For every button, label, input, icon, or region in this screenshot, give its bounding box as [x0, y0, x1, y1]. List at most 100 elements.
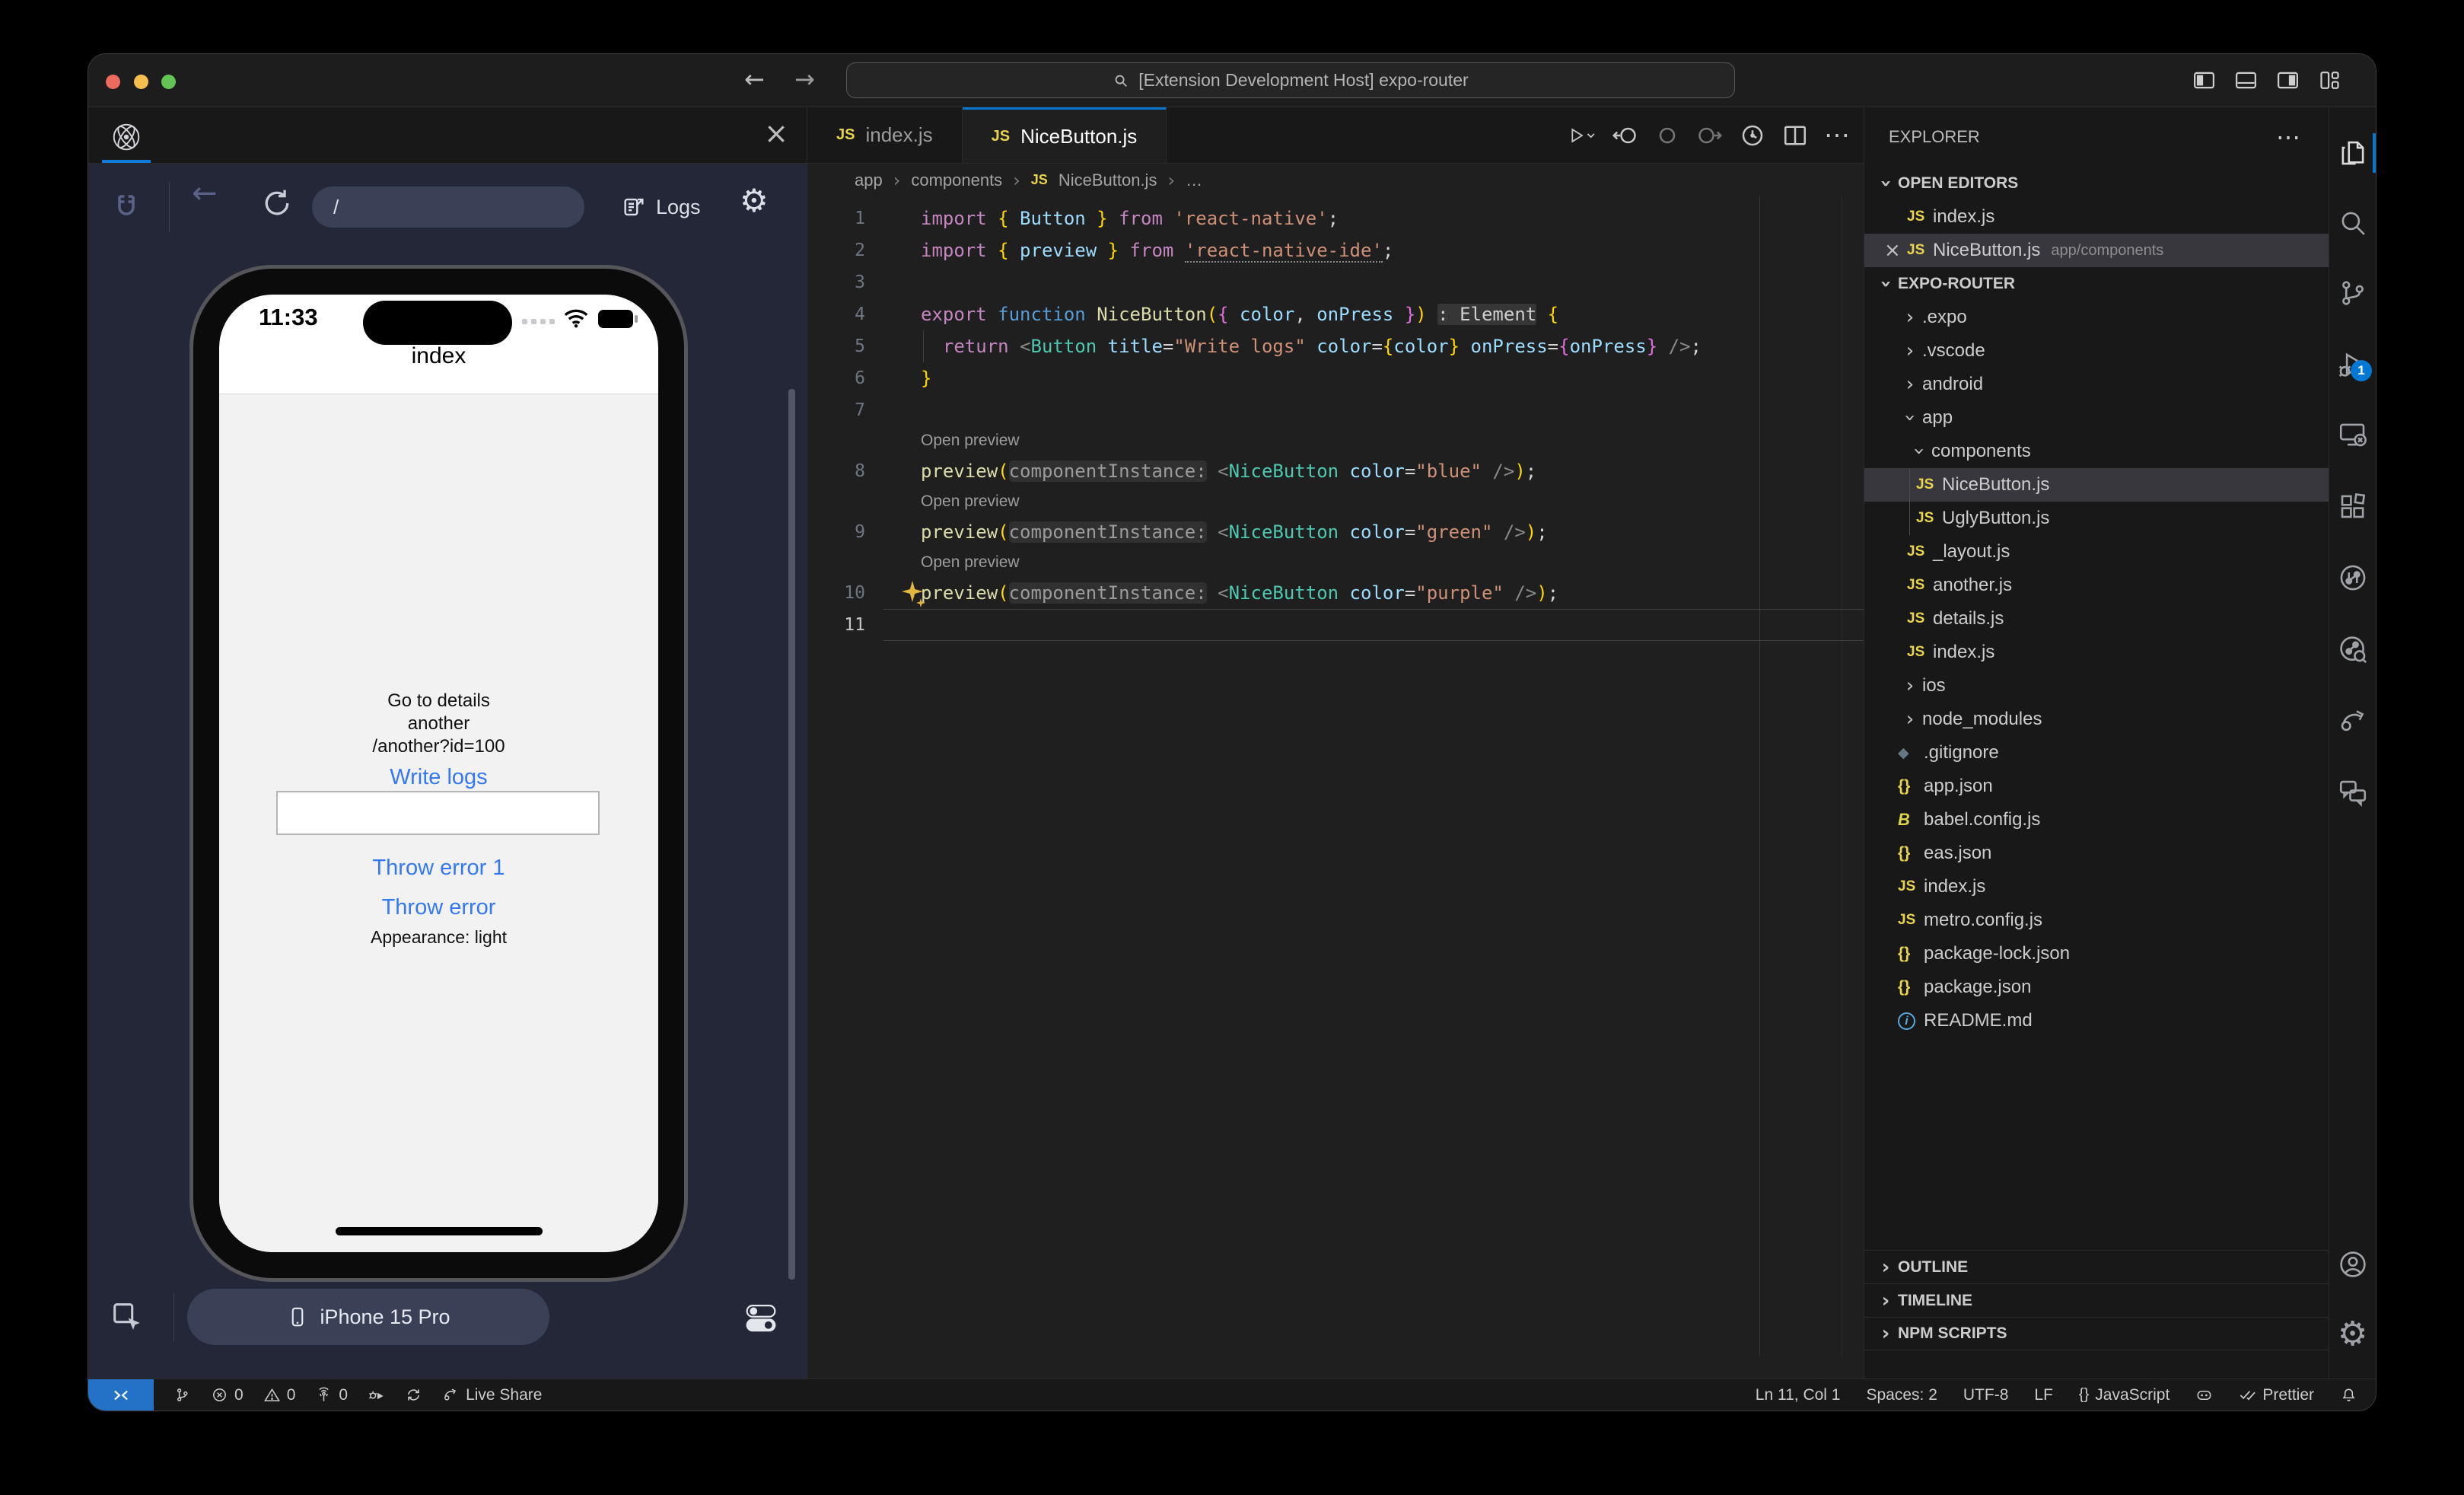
comments-view-icon[interactable]: [2337, 776, 2369, 808]
sidebar-section-timeline[interactable]: ›TIMELINE: [1864, 1283, 2329, 1317]
toggle-sidebar-right-icon[interactable]: [2275, 68, 2300, 93]
go-forward-icon[interactable]: [1696, 122, 1724, 149]
device-settings-gear-icon[interactable]: ⚙: [740, 182, 769, 219]
open-editor-item[interactable]: ×JSNiceButton.jsapp/components: [1864, 234, 2329, 267]
code-line-9[interactable]: 9preview(componentInstance: <NiceButton …: [807, 516, 1864, 548]
codelens-open-preview[interactable]: Open preview: [807, 487, 1864, 516]
status-cursor-position[interactable]: Ln 11, Col 1: [1756, 1386, 1841, 1404]
tree-folder-app[interactable]: ›app: [1864, 401, 2329, 435]
code-line-3[interactable]: 3: [807, 266, 1864, 298]
tree-folder-.vscode[interactable]: ›.vscode: [1864, 334, 2329, 368]
throw-error-1-button[interactable]: Throw error 1: [219, 856, 658, 881]
tree-file-another.js[interactable]: JSanother.js: [1864, 569, 2329, 602]
code-line-4[interactable]: 4export function NiceButton({ color, onP…: [807, 298, 1864, 330]
nav-location-icon[interactable]: [1654, 122, 1681, 149]
code-editor[interactable]: 1import { Button } from 'react-native';2…: [807, 196, 1864, 1379]
toggle-sidebar-left-icon[interactable]: [2192, 68, 2217, 93]
tree-folder-ios[interactable]: ›ios: [1864, 669, 2329, 703]
close-panel-icon[interactable]: ×: [764, 116, 788, 150]
link-another[interactable]: another: [219, 713, 658, 735]
status-encoding[interactable]: UTF-8: [1963, 1386, 2009, 1404]
logs-button[interactable]: Logs: [621, 188, 701, 226]
tree-file-UglyButton.js[interactable]: JSUglyButton.js: [1864, 502, 2329, 535]
search-view-icon[interactable]: [2337, 207, 2369, 239]
status-notifications[interactable]: [2340, 1386, 2357, 1404]
inspect-element-icon[interactable]: [110, 1299, 145, 1334]
tab-nicebutton-js[interactable]: JS NiceButton.js: [963, 107, 1167, 163]
remote-indicator[interactable]: [88, 1379, 154, 1411]
history-back-button[interactable]: ←: [744, 65, 765, 94]
customize-layout-icon[interactable]: [2317, 68, 2342, 93]
tree-file-.gitignore[interactable]: ◆.gitignore: [1864, 736, 2329, 770]
copilot-sparkle-icon[interactable]: [897, 578, 928, 608]
live-share-view-icon[interactable]: [2337, 705, 2369, 737]
tree-file-details.js[interactable]: JSdetails.js: [1864, 602, 2329, 636]
status-prettier[interactable]: Prettier: [2239, 1386, 2314, 1404]
sidebar-section-npm-scripts[interactable]: ›NPM SCRIPTS: [1864, 1317, 2329, 1350]
status-sync[interactable]: [405, 1386, 422, 1404]
status-live-share[interactable]: Live Share: [442, 1386, 542, 1404]
radon-ide-tab[interactable]: [102, 113, 151, 161]
radon-devtools-view-icon[interactable]: [2337, 562, 2369, 594]
magnet-icon[interactable]: [108, 190, 145, 226]
reload-icon[interactable]: [260, 186, 294, 220]
tree-folder-components[interactable]: ›components: [1864, 435, 2329, 468]
open-editors-section[interactable]: › OPEN EDITORS: [1864, 167, 2329, 200]
source-control-view-icon[interactable]: [2337, 277, 2369, 309]
breadcrumb-app[interactable]: app: [855, 171, 883, 190]
open-editor-item[interactable]: JSindex.js: [1864, 200, 2329, 234]
minimize-window-button[interactable]: [134, 75, 148, 89]
tree-file-metro.config.js[interactable]: JSmetro.config.js: [1864, 904, 2329, 937]
status-warnings[interactable]: 0: [263, 1386, 296, 1404]
codelens-open-preview[interactable]: Open preview: [807, 548, 1864, 577]
code-line-5[interactable]: 5 return <Button title="Write logs" colo…: [807, 330, 1864, 362]
tree-file-package-lock.json[interactable]: {}package-lock.json: [1864, 937, 2329, 971]
status-ports[interactable]: 0: [315, 1386, 348, 1404]
breadcrumb-file[interactable]: NiceButton.js: [1059, 171, 1157, 190]
tree-file-README.md[interactable]: iREADME.md: [1864, 1004, 2329, 1038]
tree-folder-android[interactable]: ›android: [1864, 368, 2329, 401]
status-errors[interactable]: 0: [211, 1386, 244, 1404]
history-forward-button[interactable]: →: [794, 65, 815, 94]
tree-file-index.js[interactable]: JSindex.js: [1864, 870, 2329, 904]
tab-index-js[interactable]: JS index.js: [807, 107, 963, 163]
code-line-11[interactable]: 11: [807, 609, 1864, 641]
codelens-open-preview[interactable]: Open preview: [807, 426, 1864, 455]
tree-file-eas.json[interactable]: {}eas.json: [1864, 837, 2329, 870]
status-source-control-graph[interactable]: [173, 1386, 191, 1404]
panel-scrollbar[interactable]: [788, 389, 795, 1280]
command-center[interactable]: [Extension Development Host] expo-router: [846, 62, 1735, 98]
run-recent-icon[interactable]: [1739, 122, 1766, 149]
code-line-7[interactable]: 7: [807, 394, 1864, 426]
link-another-id[interactable]: /another?id=100: [219, 736, 658, 757]
breadcrumb-symbol[interactable]: …: [1186, 171, 1202, 190]
code-line-6[interactable]: 6}: [807, 362, 1864, 394]
code-line-10[interactable]: 10preview(componentInstance: <NiceButton…: [807, 577, 1864, 609]
workspace-root-section[interactable]: › EXPO-ROUTER: [1864, 267, 2329, 301]
more-actions-icon[interactable]: ⋯: [1824, 120, 1851, 151]
extensions-view-icon[interactable]: [2337, 490, 2369, 522]
run-file-icon[interactable]: [1568, 122, 1596, 149]
tree-file-babel.config.js[interactable]: Bbabel.config.js: [1864, 803, 2329, 837]
tree-file-_layout.js[interactable]: JS_layout.js: [1864, 535, 2329, 569]
split-editor-icon[interactable]: [1781, 122, 1809, 149]
sidebar-section-outline[interactable]: ›OUTLINE: [1864, 1250, 2329, 1283]
throw-error-button[interactable]: Throw error: [219, 895, 658, 920]
toggle-panel-icon[interactable]: [2233, 68, 2259, 93]
tree-file-package.json[interactable]: {}package.json: [1864, 971, 2329, 1004]
tree-file-NiceButton.js[interactable]: JSNiceButton.js: [1864, 468, 2329, 502]
remote-explorer-view-icon[interactable]: [2337, 419, 2369, 451]
explorer-view-icon[interactable]: [2337, 137, 2369, 169]
accounts-icon[interactable]: [2337, 1248, 2369, 1280]
link-go-to-details[interactable]: Go to details: [219, 690, 658, 712]
route-url-input[interactable]: /: [312, 186, 584, 228]
radon-inspector-view-icon[interactable]: [2337, 633, 2369, 665]
settings-gear-icon[interactable]: ⚙: [2337, 1318, 2369, 1350]
code-line-8[interactable]: 8preview(componentInstance: <NiceButton …: [807, 455, 1864, 487]
status-copilot[interactable]: [2195, 1386, 2213, 1404]
status-debug[interactable]: [368, 1386, 385, 1404]
zoom-window-button[interactable]: [161, 75, 176, 89]
status-indentation[interactable]: Spaces: 2: [1866, 1386, 1937, 1404]
close-icon[interactable]: ×: [1875, 239, 1907, 262]
device-settings-toggles-icon[interactable]: [744, 1301, 778, 1334]
